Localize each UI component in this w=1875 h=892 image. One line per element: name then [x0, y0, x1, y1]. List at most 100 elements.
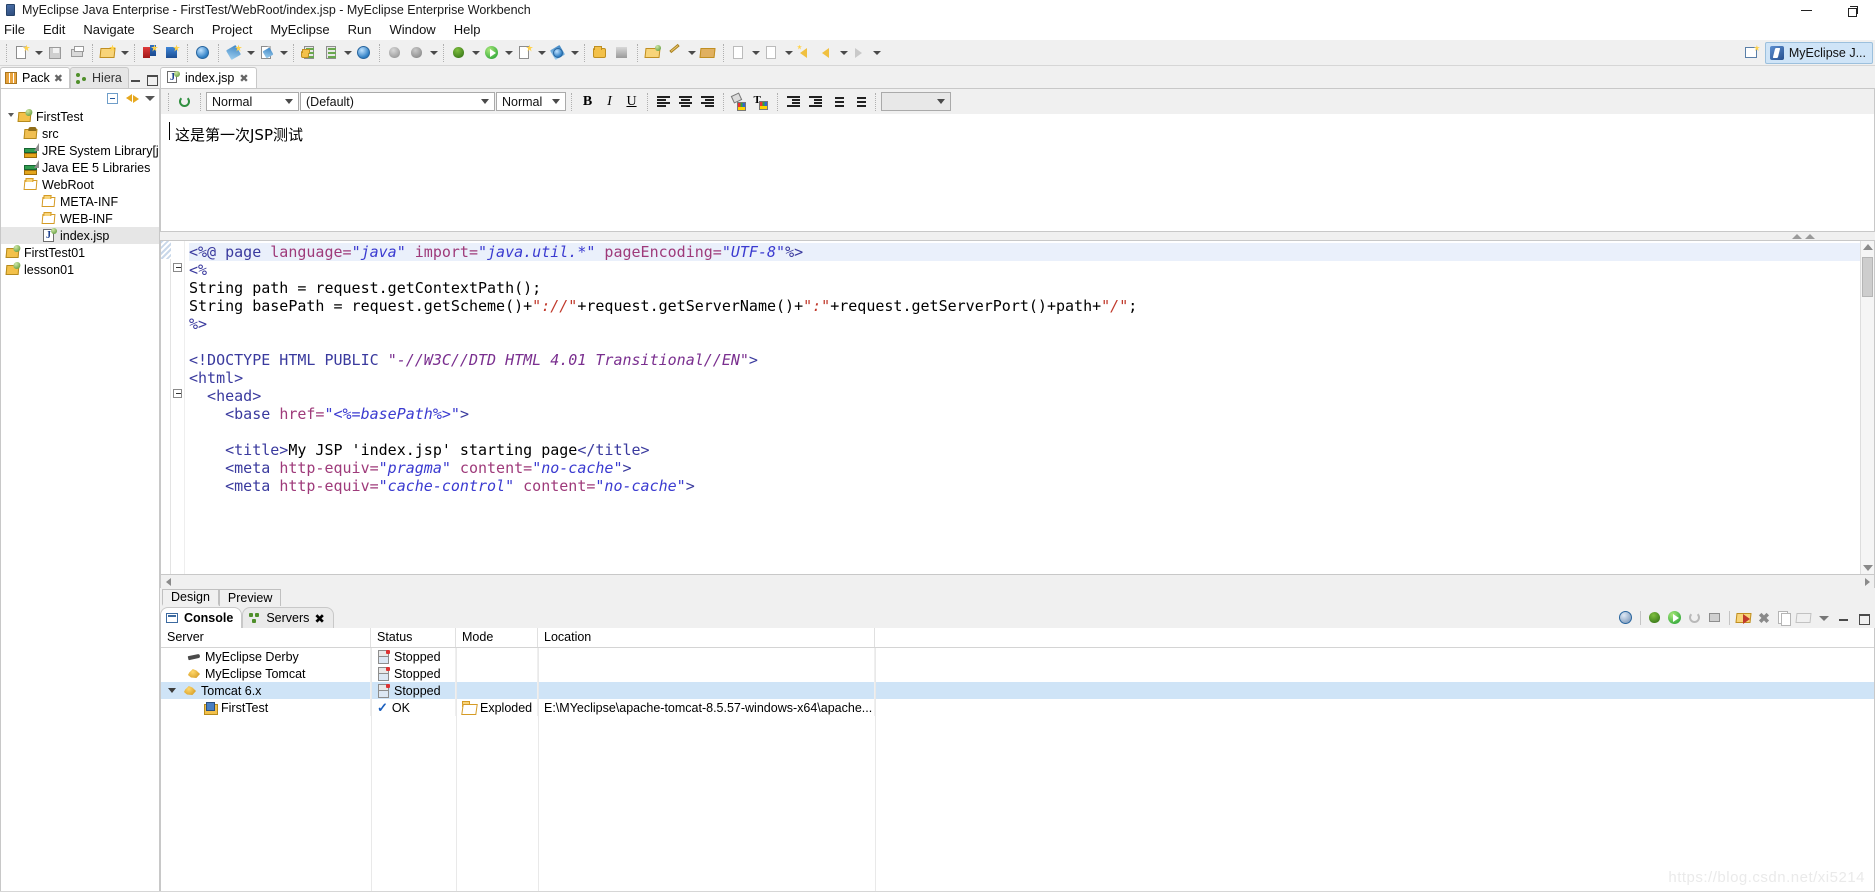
project-tree[interactable]: FirstTest src JRE System Library [jdk Ja…: [0, 108, 160, 892]
editor-splitter[interactable]: [160, 232, 1875, 240]
new-wizard-dropdown[interactable]: [33, 42, 44, 64]
minimize-window-button[interactable]: [1783, 0, 1829, 20]
menu-file[interactable]: File: [0, 20, 34, 40]
new-wizard-button[interactable]: [11, 42, 33, 64]
back-button[interactable]: [816, 42, 838, 64]
tab-preview[interactable]: Preview: [218, 589, 282, 606]
tree-item-meta-inf[interactable]: META-INF: [1, 193, 159, 210]
forward-button[interactable]: [849, 42, 871, 64]
chevron-down-icon[interactable]: [5, 109, 17, 125]
fill-color-button[interactable]: [729, 91, 750, 112]
maximize-icon[interactable]: [146, 73, 158, 86]
publish-icon[interactable]: [1735, 609, 1753, 627]
edit-pencil-button[interactable]: [664, 42, 686, 64]
view-menu-icon[interactable]: [145, 96, 155, 101]
close-icon[interactable]: ✖: [314, 611, 324, 626]
perspective-myeclipse-java-enterprise[interactable]: MyEclipse J...: [1764, 42, 1873, 64]
external-tools-dropdown[interactable]: [536, 42, 547, 64]
new-class-button[interactable]: [611, 42, 633, 64]
menu-edit[interactable]: Edit: [34, 20, 74, 40]
tab-package-explorer[interactable]: Pack ✖: [0, 67, 71, 88]
source-editor[interactable]: <%@ page language="java" import="java.ut…: [160, 240, 1875, 575]
font-size-combo[interactable]: Normal: [496, 92, 566, 111]
fold-toggle-icon[interactable]: [173, 263, 182, 272]
align-right-button[interactable]: [697, 91, 718, 112]
underline-button[interactable]: U: [621, 91, 642, 112]
fold-toggle-icon[interactable]: [173, 389, 182, 398]
font-family-combo[interactable]: (Default): [300, 92, 495, 111]
new-java-package-button[interactable]: [589, 42, 611, 64]
open-folder-icon[interactable]: [1795, 609, 1813, 627]
minimize-icon[interactable]: [1835, 609, 1853, 627]
run-green-icon[interactable]: [1666, 609, 1684, 627]
tab-console[interactable]: Console: [160, 607, 243, 628]
menu-help[interactable]: Help: [445, 20, 490, 40]
chevron-down-icon[interactable]: [934, 99, 948, 104]
horizontal-scrollbar[interactable]: [160, 575, 1875, 588]
menu-myeclipse[interactable]: MyEclipse: [261, 20, 338, 40]
ordered-list-button[interactable]: [827, 91, 848, 112]
view-menu-icon[interactable]: [1815, 609, 1833, 627]
previous-annotation-dropdown[interactable]: [783, 42, 794, 64]
chevron-down-icon[interactable]: [549, 99, 563, 104]
open-resource-button[interactable]: [161, 42, 183, 64]
tab-servers[interactable]: Servers ✖: [242, 607, 334, 628]
new-myeclipse-project-dropdown[interactable]: [119, 42, 130, 64]
open-type-button[interactable]: [139, 42, 161, 64]
italic-button[interactable]: I: [599, 91, 620, 112]
run-dropdown[interactable]: [503, 42, 514, 64]
import-button[interactable]: [298, 42, 320, 64]
debug-button[interactable]: [448, 42, 470, 64]
menu-navigate[interactable]: Navigate: [74, 20, 143, 40]
menu-run[interactable]: Run: [339, 20, 381, 40]
tab-hierarchy[interactable]: Hiera: [70, 67, 129, 88]
forward-dropdown[interactable]: [871, 42, 882, 64]
scroll-left-icon[interactable]: [161, 575, 175, 588]
print-button[interactable]: [66, 42, 88, 64]
link-editor-icon[interactable]: [125, 91, 141, 107]
table-row[interactable]: Tomcat 6.x Stopped: [161, 682, 1874, 699]
column-header-status[interactable]: Status: [371, 628, 456, 647]
editor-tab-index-jsp[interactable]: index.jsp ✖: [160, 67, 257, 88]
back-star-button[interactable]: [794, 42, 816, 64]
new-wizard-magic-button[interactable]: [223, 42, 245, 64]
server-dropdown[interactable]: [342, 42, 353, 64]
restart-icon[interactable]: [1686, 609, 1704, 627]
scroll-right-icon[interactable]: [1860, 575, 1874, 588]
table-row[interactable]: FirstTest ✓ OK Exploded E:\MYeclipse\apa…: [161, 699, 1874, 716]
tree-item-java-ee-5-libraries[interactable]: Java EE 5 Libraries: [1, 159, 159, 176]
chevron-down-icon[interactable]: [282, 99, 296, 104]
menu-window[interactable]: Window: [380, 20, 444, 40]
align-center-button[interactable]: [675, 91, 696, 112]
paragraph-style-combo[interactable]: Normal: [206, 92, 299, 111]
collapse-all-icon[interactable]: [105, 91, 121, 107]
debug-launch-button[interactable]: [406, 42, 428, 64]
stop-icon[interactable]: [1706, 609, 1724, 627]
tree-item-lesson01[interactable]: lesson01: [1, 261, 159, 278]
add-remove-icon[interactable]: [1775, 609, 1793, 627]
deploy-dropdown[interactable]: [278, 42, 289, 64]
next-annotation-button[interactable]: [728, 42, 750, 64]
debug-launch-dropdown[interactable]: [428, 42, 439, 64]
table-row[interactable]: MyEclipse Derby Stopped: [161, 648, 1874, 665]
tab-design[interactable]: Design: [162, 589, 219, 606]
extra-combo[interactable]: [881, 92, 951, 111]
source-code-text[interactable]: <%@ page language="java" import="java.ut…: [185, 241, 1874, 574]
previous-annotation-button[interactable]: [761, 42, 783, 64]
column-header-server[interactable]: Server: [161, 628, 371, 647]
terminate-globe-icon[interactable]: [1617, 609, 1635, 627]
tree-item-src[interactable]: src: [1, 125, 159, 142]
open-perspective-button[interactable]: [1741, 42, 1763, 64]
open-browser-button[interactable]: [353, 42, 375, 64]
restore-window-button[interactable]: [1829, 0, 1875, 20]
minimize-icon[interactable]: [130, 73, 142, 85]
web-browser-button[interactable]: [192, 42, 214, 64]
menu-project[interactable]: Project: [203, 20, 261, 40]
new-myeclipse-project-button[interactable]: [97, 42, 119, 64]
servers-table[interactable]: Server Status Mode Location MyEclipse De…: [160, 628, 1875, 892]
close-icon[interactable]: ✖: [239, 72, 248, 85]
profile-button[interactable]: [384, 42, 406, 64]
open-folder-button[interactable]: [642, 42, 664, 64]
scroll-up-icon[interactable]: [1863, 244, 1873, 250]
menu-search[interactable]: Search: [144, 20, 203, 40]
